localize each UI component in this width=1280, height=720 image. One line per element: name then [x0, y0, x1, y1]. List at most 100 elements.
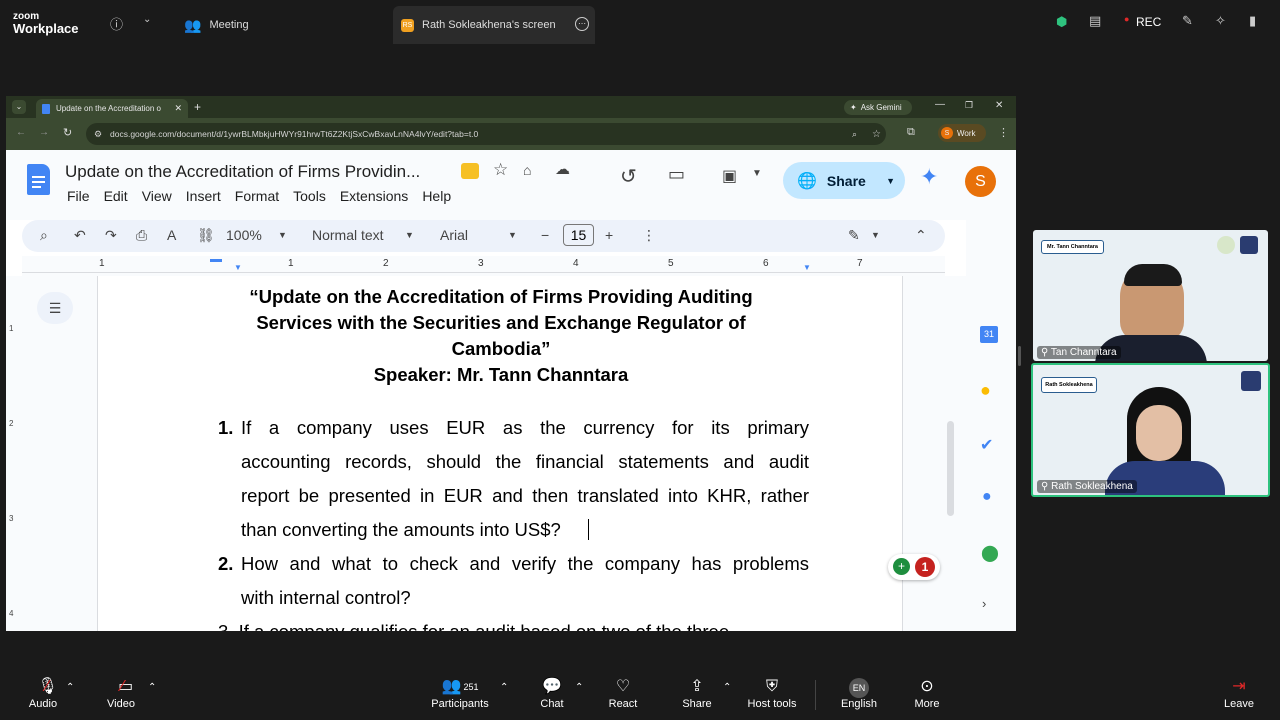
- increase-font-icon[interactable]: +: [605, 227, 613, 243]
- outline-icon[interactable]: ☰: [37, 292, 73, 324]
- history-icon[interactable]: ↺: [620, 164, 637, 189]
- zoom-lens-icon[interactable]: ⌕: [852, 129, 857, 140]
- menu-insert[interactable]: Insert: [186, 188, 221, 204]
- address-bar[interactable]: ⚙ docs.google.com/document/d/1ywrBLMbkju…: [86, 123, 886, 145]
- participants-button[interactable]: 👥 251 Participants: [425, 676, 495, 710]
- font-size-input[interactable]: 15: [563, 224, 594, 246]
- share-chevron-icon[interactable]: ⌃: [723, 682, 731, 693]
- menu-tools[interactable]: Tools: [293, 188, 326, 204]
- extensions-icon[interactable]: ⧉: [907, 126, 915, 139]
- keep-icon[interactable]: ●: [980, 380, 991, 401]
- menu-edit[interactable]: Edit: [104, 188, 128, 204]
- new-tab-icon[interactable]: +: [194, 100, 201, 114]
- tab-search-icon[interactable]: ⌄: [12, 100, 26, 114]
- share-screen-button[interactable]: ⇪ Share: [662, 676, 732, 710]
- annotate-icon[interactable]: ✎: [1182, 13, 1193, 29]
- view-icon[interactable]: ▮: [1249, 13, 1256, 29]
- style-select[interactable]: Normal text: [312, 227, 384, 243]
- menu-file[interactable]: File: [67, 188, 90, 204]
- react-button[interactable]: ♡ React: [588, 676, 658, 710]
- menu-format[interactable]: Format: [235, 188, 279, 204]
- doc-title[interactable]: Update on the Accreditation of Firms Pro…: [65, 162, 420, 182]
- cloud-status-icon[interactable]: ☁: [555, 160, 570, 178]
- docs-logo-icon[interactable]: [27, 164, 50, 195]
- browser-tab[interactable]: Update on the Accreditation o ✕: [36, 99, 188, 118]
- decrease-font-icon[interactable]: −: [541, 227, 549, 243]
- rec-label[interactable]: REC: [1136, 15, 1161, 29]
- undo-icon[interactable]: ↶: [74, 227, 86, 244]
- forward-icon[interactable]: →: [39, 127, 49, 138]
- gemini-spark-icon[interactable]: ✦: [920, 164, 938, 190]
- comments-icon[interactable]: ▭: [668, 164, 685, 185]
- right-margin-icon[interactable]: ▼: [803, 263, 811, 272]
- sparkle-icon[interactable]: ✧: [1215, 13, 1226, 29]
- move-folder-icon[interactable]: ⌂: [523, 162, 531, 178]
- search-menus-icon[interactable]: ⌕: [40, 227, 48, 244]
- more-addons-icon[interactable]: ⋯: [980, 624, 993, 631]
- calendar-icon[interactable]: 31: [980, 326, 998, 343]
- editing-mode-icon[interactable]: ✎: [848, 227, 860, 244]
- chevron-down-icon[interactable]: ⌄: [143, 14, 151, 25]
- redo-icon[interactable]: ↷: [105, 227, 117, 244]
- gallery-resize-handle[interactable]: [1018, 346, 1021, 366]
- meet-chevron-icon[interactable]: ▼: [752, 168, 762, 179]
- language-button[interactable]: EN English: [824, 676, 894, 710]
- minimize-icon[interactable]: —: [935, 99, 945, 110]
- font-chevron-icon[interactable]: ▼: [508, 230, 517, 240]
- chrome-menu-icon[interactable]: ⋮: [998, 126, 1009, 139]
- close-tab-icon[interactable]: ✕: [174, 103, 182, 114]
- contacts-icon[interactable]: ●: [982, 488, 992, 506]
- left-margin-icon[interactable]: ▼: [234, 263, 242, 272]
- video-tile-sokleakhena[interactable]: Rath Sokleakhena ⚲ Rath Sokleakhena: [1031, 363, 1270, 497]
- maps-icon[interactable]: ⬤: [981, 543, 999, 563]
- tasks-icon[interactable]: ✔: [980, 435, 993, 455]
- back-icon[interactable]: ←: [16, 127, 26, 138]
- scrollbar-thumb[interactable]: [947, 421, 954, 516]
- font-select[interactable]: Arial: [440, 227, 468, 243]
- menu-extensions[interactable]: Extensions: [340, 188, 408, 204]
- add-comment-button[interactable]: + 1: [888, 554, 940, 580]
- share-chevron-icon[interactable]: ▼: [886, 176, 895, 186]
- close-window-icon[interactable]: ✕: [995, 100, 1003, 111]
- shield-icon[interactable]: ⬢: [1056, 14, 1067, 30]
- document-page[interactable]: “Update on the Accreditation of Firms Pr…: [97, 276, 903, 631]
- more-options-icon[interactable]: ⋯: [575, 17, 589, 31]
- participants-chevron-icon[interactable]: ⌃: [500, 682, 508, 693]
- maximize-icon[interactable]: ❐: [965, 100, 973, 111]
- meet-icon[interactable]: ▣: [722, 166, 737, 186]
- tab-shared-screen[interactable]: RS Rath Sokleakhena's screen ⋯: [393, 6, 595, 44]
- chat-chevron-icon[interactable]: ⌃: [575, 682, 583, 693]
- menu-view[interactable]: View: [142, 188, 172, 204]
- zoom-chevron-icon[interactable]: ▼: [278, 230, 287, 240]
- host-tools-button[interactable]: ⛨ Host tools: [737, 676, 807, 710]
- profile-chip[interactable]: S Work: [938, 124, 986, 142]
- zoom-top-bar: zoom Workplace ⓘ ⌄ 👥 Meeting RS Rath Sok…: [0, 0, 1280, 44]
- indent-marker-icon[interactable]: [210, 259, 222, 262]
- notes-icon[interactable]: ▤: [1089, 13, 1101, 29]
- print-icon[interactable]: ⎙: [136, 227, 147, 244]
- style-chevron-icon[interactable]: ▼: [405, 230, 414, 240]
- collapse-menus-icon[interactable]: ⌃: [915, 227, 927, 244]
- expand-panel-icon[interactable]: ›: [982, 596, 986, 611]
- paint-format-icon[interactable]: ⛓: [197, 227, 215, 244]
- doc-badge-icon[interactable]: [461, 163, 479, 179]
- more-tools-icon[interactable]: ⋮: [642, 227, 656, 244]
- video-chevron-icon[interactable]: ⌃: [148, 682, 156, 693]
- video-button[interactable]: ▭⁄ Video: [86, 676, 156, 710]
- ask-gemini-button[interactable]: ✦ Ask Gemini: [844, 100, 912, 115]
- star-icon[interactable]: ☆: [493, 160, 508, 180]
- bookmark-star-icon[interactable]: ☆: [872, 129, 881, 140]
- account-avatar[interactable]: S: [965, 166, 996, 197]
- editing-chevron-icon[interactable]: ▼: [871, 230, 880, 240]
- share-button[interactable]: 🌐 Share ▼: [783, 162, 905, 199]
- zoom-select[interactable]: 100%: [226, 227, 262, 243]
- menu-help[interactable]: Help: [422, 188, 451, 204]
- video-tile-channtara[interactable]: Mr. Tann Channtara ⚲ Tan Channtara: [1033, 230, 1268, 361]
- tab-meeting[interactable]: 👥 Meeting: [176, 6, 386, 44]
- more-button[interactable]: ⊙ More: [892, 676, 962, 710]
- info-icon[interactable]: ⓘ: [110, 14, 123, 33]
- leave-button[interactable]: ⇥ Leave: [1204, 676, 1274, 710]
- audio-chevron-icon[interactable]: ⌃: [66, 682, 74, 693]
- reload-icon[interactable]: ↻: [63, 126, 72, 139]
- spellcheck-icon[interactable]: A: [167, 227, 176, 243]
